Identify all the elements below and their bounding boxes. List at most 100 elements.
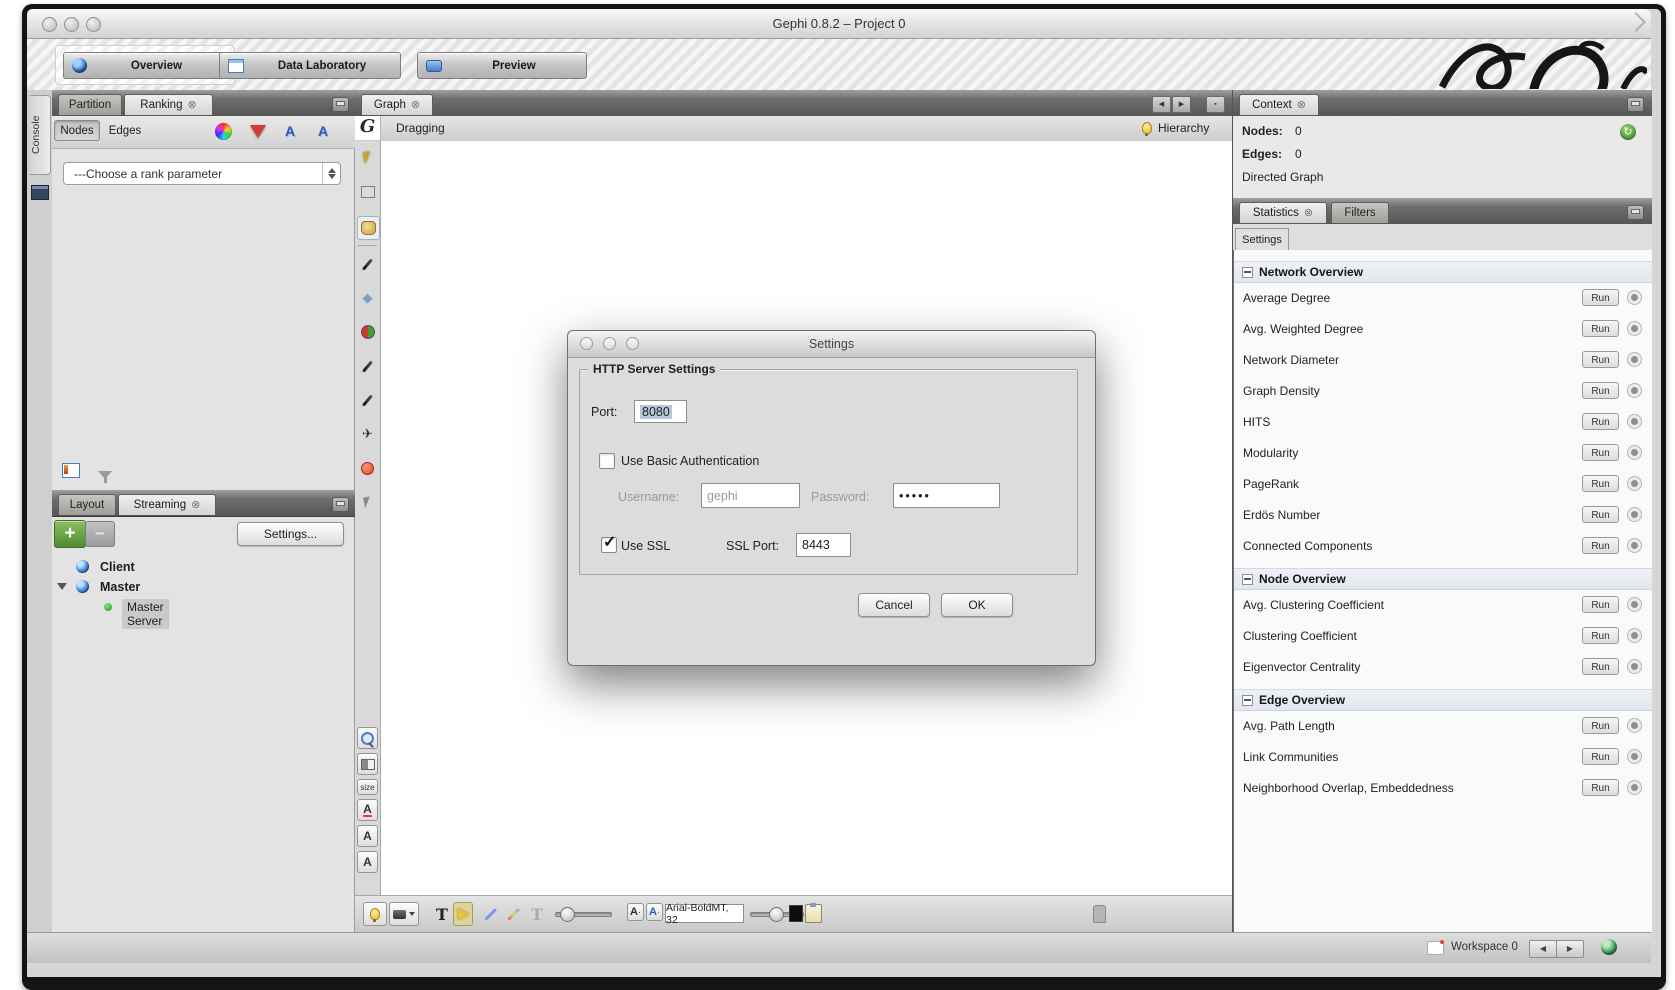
run-button[interactable]: Run [1582,413,1619,430]
section-header[interactable]: Edge Overview [1234,689,1652,711]
text-scale-button[interactable]: T [528,902,546,926]
hierarchy-label[interactable]: Hierarchy [1158,121,1209,135]
info-dot-button[interactable] [1627,476,1642,491]
show-edge-labels-button[interactable] [453,902,473,926]
run-button[interactable]: Run [1582,382,1619,399]
tab-layout[interactable]: Layout [58,494,116,515]
red-gem-icon[interactable] [250,125,266,138]
workspace-next-button[interactable]: ▶ [1556,940,1584,958]
console-window-icon[interactable] [31,185,49,200]
painter-tool[interactable] [357,321,378,343]
tab-ranking[interactable]: Ranking ⊗ [124,94,213,115]
collapse-icon[interactable] [1242,695,1253,706]
info-dot-button[interactable] [1627,597,1642,612]
info-dot-button[interactable] [1627,321,1642,336]
close-tab-icon[interactable]: ⊗ [1297,100,1306,111]
run-button[interactable]: Run [1582,351,1619,368]
label-color-swatch[interactable] [789,905,803,922]
preview-button[interactable]: Preview [417,52,587,79]
highlight-tool[interactable] [357,457,378,479]
zoom-magnifier-tool[interactable] [357,727,378,749]
heat-map-tool[interactable]: ◆ [357,287,378,309]
ok-button[interactable]: OK [941,593,1013,617]
brush-tool[interactable] [357,253,378,275]
screenshot-button[interactable] [389,902,419,926]
run-button[interactable]: Run [1582,320,1619,337]
info-dot-button[interactable] [1627,507,1642,522]
add-stream-button[interactable]: + [54,520,86,548]
collapse-icon[interactable] [1242,574,1253,585]
section-header[interactable]: Network Overview [1234,261,1652,283]
cancel-button[interactable]: Cancel [858,593,930,617]
run-button[interactable]: Run [1582,658,1619,675]
background-contrast-tool[interactable] [357,753,378,775]
tab-partition[interactable]: Partition [58,94,122,115]
port-input[interactable]: 8080 [634,400,687,423]
info-dot-button[interactable] [1627,718,1642,733]
run-button[interactable]: Run [1582,717,1619,734]
run-button[interactable]: Run [1582,475,1619,492]
run-button[interactable]: Run [1582,289,1619,306]
info-dot-button[interactable] [1627,383,1642,398]
info-dot-button[interactable] [1627,290,1642,305]
edge-pencil-tool[interactable] [357,389,378,411]
window-titlebar[interactable]: Gephi 0.8.2 – Project 0 [27,9,1651,39]
direct-select-tool[interactable] [357,146,378,168]
tree-expander-icon[interactable] [57,583,67,590]
result-list-icon[interactable] [62,463,80,478]
ssl-port-input[interactable]: 8443 [796,533,851,557]
run-button[interactable]: Run [1582,748,1619,765]
color-wheel-icon[interactable] [215,123,232,140]
subtab-settings[interactable]: Settings [1235,228,1289,251]
data-laboratory-button[interactable]: Data Laboratory [219,52,401,79]
info-dot-button[interactable] [1627,659,1642,674]
drag-hand-tool[interactable] [357,216,380,240]
edit-pointer-tool[interactable] [357,491,378,513]
shortest-path-tool[interactable]: ✈ [357,423,378,445]
info-dot-button[interactable] [1627,628,1642,643]
tab-statistics[interactable]: Statistics ⊗ [1239,202,1327,223]
node-pencil-tool[interactable] [357,355,378,377]
password-input[interactable]: ••••• [893,483,1000,508]
minimize-panel-icon[interactable] [332,497,349,512]
tab-graph[interactable]: Graph ⊗ [361,94,433,115]
tab-scroll-right-button[interactable]: ▶ [1172,96,1191,113]
label-font-tool[interactable]: A [357,851,378,873]
show-node-labels-button[interactable]: T [433,902,451,926]
collapse-icon[interactable] [1242,267,1253,278]
rank-parameter-dropdown[interactable]: ---Choose a rank parameter [63,162,341,185]
filter-funnel-icon[interactable] [98,471,112,479]
label-attributes-button[interactable] [805,904,822,923]
size-a-icon[interactable]: A [318,123,328,139]
close-tab-icon[interactable]: ⊗ [1304,208,1313,219]
tab-filters[interactable]: Filters [1331,202,1389,223]
close-tab-icon[interactable]: ⊗ [187,100,196,111]
section-header[interactable]: Node Overview [1234,568,1652,590]
edge-weight-slider-knob[interactable] [560,907,575,922]
label-color-tool[interactable]: A [357,799,378,821]
run-button[interactable]: Run [1582,596,1619,613]
edge-color-source-button[interactable] [480,902,500,926]
tab-scroll-left-button[interactable]: ◀ [1152,96,1171,113]
overview-button[interactable]: Overview [63,52,227,79]
info-dot-button[interactable] [1627,445,1642,460]
run-button[interactable]: Run [1582,506,1619,523]
tab-context[interactable]: Context ⊗ [1239,94,1319,115]
remove-stream-button[interactable]: − [85,521,115,547]
console-tab[interactable]: Console [30,95,51,175]
minimize-panel-icon[interactable] [1627,97,1644,112]
workspace-prev-button[interactable]: ◀ [1529,940,1557,958]
username-input[interactable]: gephi [701,483,800,508]
edges-button[interactable]: Edges [102,120,148,141]
size-a-icon[interactable]: A [285,123,295,139]
expand-handle-icon[interactable] [1093,905,1106,923]
tab-streaming[interactable]: Streaming ⊗ [118,494,216,515]
close-tab-icon[interactable]: ⊗ [411,100,420,111]
minimize-panel-icon[interactable] [332,97,349,112]
info-dot-button[interactable] [1627,749,1642,764]
dropdown-stepper-icon[interactable] [322,163,340,184]
edge-color-mixed-button[interactable] [503,902,523,926]
refresh-icon[interactable]: ↻ [1620,124,1636,140]
label-size-tool[interactable]: A [357,825,378,847]
basic-auth-checkbox[interactable] [599,453,615,469]
